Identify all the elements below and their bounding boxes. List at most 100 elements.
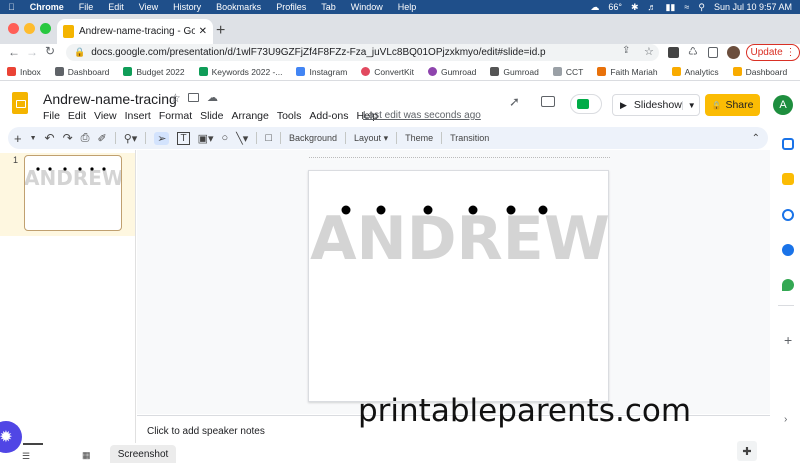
bookmark-budget[interactable]: Budget 2022 bbox=[123, 67, 185, 77]
line-icon[interactable]: ╲▾ bbox=[236, 132, 248, 145]
calendar-icon[interactable] bbox=[782, 138, 794, 150]
image-icon[interactable]: ▣▾ bbox=[198, 132, 214, 145]
activity-trend-icon[interactable]: ➚ bbox=[509, 94, 520, 110]
reload-icon[interactable]: ↻ bbox=[45, 44, 55, 58]
app-name[interactable]: Chrome bbox=[30, 2, 64, 12]
menu-file[interactable]: File bbox=[43, 110, 60, 122]
zoom-icon[interactable]: ⚲▾ bbox=[124, 132, 138, 145]
profile-avatar[interactable] bbox=[727, 46, 740, 59]
menu-format[interactable]: Format bbox=[159, 110, 192, 122]
extensions-icon[interactable]: ♺ bbox=[688, 45, 698, 58]
battery-icon[interactable]: ▮▮ bbox=[665, 2, 675, 13]
shape-icon[interactable]: ○ bbox=[222, 132, 229, 144]
move-folder-icon[interactable] bbox=[188, 93, 199, 102]
new-slide-icon[interactable]: + bbox=[14, 131, 22, 146]
menu-edit[interactable]: Edit bbox=[108, 2, 124, 12]
cloud-status-icon[interactable]: ☁ bbox=[207, 91, 218, 104]
text-box-icon[interactable]: T bbox=[177, 131, 190, 145]
close-tab-icon[interactable]: ✕ bbox=[199, 26, 207, 37]
update-button[interactable]: Update ⋮ bbox=[746, 44, 800, 61]
collapse-side-panel-icon[interactable]: › bbox=[784, 414, 787, 425]
transition-button[interactable]: Transition bbox=[450, 133, 489, 143]
share-page-icon[interactable]: ⇪ bbox=[622, 45, 630, 56]
slides-logo-icon[interactable] bbox=[12, 92, 28, 114]
bookmark-dashboard[interactable]: Dashboard bbox=[54, 67, 109, 77]
explore-icon[interactable]: ✚ bbox=[737, 441, 757, 461]
layout-button[interactable]: Layout ▾ bbox=[354, 133, 388, 144]
side-panel-icon[interactable] bbox=[708, 47, 718, 58]
undo-icon[interactable]: ↶ bbox=[45, 131, 55, 145]
filmstrip-view-icon[interactable]: ☰ bbox=[22, 451, 30, 462]
wifi-icon[interactable]: ≈ bbox=[684, 2, 689, 12]
slide-canvas[interactable]: ANDREW bbox=[308, 170, 610, 402]
screenshot-tab[interactable]: Screenshot bbox=[110, 445, 176, 463]
add-addon-icon[interactable]: + bbox=[784, 332, 792, 348]
menu-help[interactable]: Help bbox=[398, 2, 417, 12]
bookmark-star-icon[interactable]: ☆ bbox=[644, 45, 654, 58]
tasks-icon[interactable] bbox=[782, 209, 794, 221]
select-cursor-icon[interactable]: ➢ bbox=[154, 131, 170, 145]
menu-view[interactable]: View bbox=[94, 110, 117, 122]
minimize-window-button[interactable] bbox=[24, 23, 35, 34]
redo-icon[interactable]: ↷ bbox=[63, 131, 73, 145]
menu-arrange[interactable]: Arrange bbox=[231, 110, 268, 122]
menu-tab[interactable]: Tab bbox=[321, 2, 336, 12]
volume-icon[interactable]: ♬ bbox=[647, 2, 656, 12]
bookmark-instagram[interactable]: Instagram bbox=[296, 67, 347, 77]
bookmark-keywords[interactable]: Keywords 2022 -... bbox=[198, 67, 282, 77]
menu-profiles[interactable]: Profiles bbox=[276, 2, 306, 12]
gmail-extension-icon[interactable] bbox=[668, 47, 679, 58]
zoom-window-button[interactable] bbox=[40, 23, 51, 34]
clock[interactable]: Sun Jul 10 9:57 AM bbox=[714, 2, 792, 12]
browser-tab[interactable]: Andrew-name-tracing - Google ✕ bbox=[57, 19, 213, 44]
bookmark-gumroad-2[interactable]: Gumroad bbox=[490, 67, 539, 77]
bookmark-faith-mariah[interactable]: Faith Mariah bbox=[597, 67, 658, 77]
collapse-toolbar-icon[interactable]: ⌃ bbox=[752, 133, 760, 144]
new-tab-icon[interactable]: + bbox=[216, 22, 225, 40]
add-comment-icon[interactable]: □ bbox=[265, 132, 272, 144]
menu-insert[interactable]: Insert bbox=[125, 110, 151, 122]
maps-icon[interactable] bbox=[782, 279, 794, 291]
address-bar[interactable]: 🔒 docs.google.com/presentation/d/1wlF73U… bbox=[66, 44, 659, 61]
keep-icon[interactable] bbox=[782, 173, 794, 185]
menu-tools[interactable]: Tools bbox=[277, 110, 302, 122]
apple-icon[interactable]:  bbox=[8, 2, 15, 12]
slideshow-button[interactable]: ▶ Slideshow ▼ bbox=[612, 94, 700, 116]
share-button[interactable]: 🔒 Share bbox=[705, 94, 760, 116]
slide-thumbnail[interactable]: ANDREW bbox=[24, 155, 122, 231]
menu-view[interactable]: View bbox=[139, 2, 158, 12]
theme-button[interactable]: Theme bbox=[405, 133, 433, 143]
star-icon[interactable]: ☆ bbox=[170, 91, 181, 105]
menu-history[interactable]: History bbox=[173, 2, 201, 12]
menu-window[interactable]: Window bbox=[351, 2, 383, 12]
contacts-icon[interactable] bbox=[782, 244, 794, 256]
bookmark-cct[interactable]: CCT bbox=[552, 67, 583, 77]
lock-icon[interactable]: 🔒 bbox=[74, 47, 85, 58]
menu-edit[interactable]: Edit bbox=[68, 110, 86, 122]
bookmark-convertkit[interactable]: ConvertKit bbox=[361, 67, 414, 77]
new-slide-dropdown-icon[interactable]: ▼ bbox=[30, 135, 37, 142]
bookmark-inbox[interactable]: Inbox bbox=[7, 67, 41, 77]
comments-icon[interactable] bbox=[541, 96, 555, 107]
forward-icon[interactable]: → bbox=[26, 45, 38, 59]
paint-format-icon[interactable]: ✐ bbox=[97, 132, 106, 145]
bookmark-analytics[interactable]: Analytics bbox=[671, 67, 719, 77]
grid-view-icon[interactable]: ▦ bbox=[82, 450, 91, 461]
bookmark-gumroad[interactable]: Gumroad bbox=[427, 67, 476, 77]
print-icon[interactable]: ⎙ bbox=[81, 132, 90, 145]
menu-file[interactable]: File bbox=[79, 2, 94, 12]
account-avatar[interactable]: A bbox=[773, 95, 793, 115]
close-window-button[interactable] bbox=[8, 23, 19, 34]
menu-slide[interactable]: Slide bbox=[200, 110, 223, 122]
menu-bookmarks[interactable]: Bookmarks bbox=[216, 2, 261, 12]
document-title[interactable]: Andrew-name-tracing bbox=[43, 91, 177, 107]
background-button[interactable]: Background bbox=[289, 133, 337, 143]
slideshow-dropdown-icon[interactable]: ▼ bbox=[681, 100, 696, 110]
back-icon[interactable]: ← bbox=[8, 45, 20, 59]
bluetooth-icon[interactable]: ✱ bbox=[631, 2, 639, 13]
search-icon[interactable]: ⚲ bbox=[698, 2, 705, 13]
bookmark-dashboard-2[interactable]: Dashboard bbox=[732, 67, 787, 77]
weather-icon[interactable]: ☁ bbox=[590, 2, 599, 13]
menu-addons[interactable]: Add-ons bbox=[309, 110, 348, 122]
last-edit-status[interactable]: Last edit was seconds ago bbox=[363, 110, 481, 121]
